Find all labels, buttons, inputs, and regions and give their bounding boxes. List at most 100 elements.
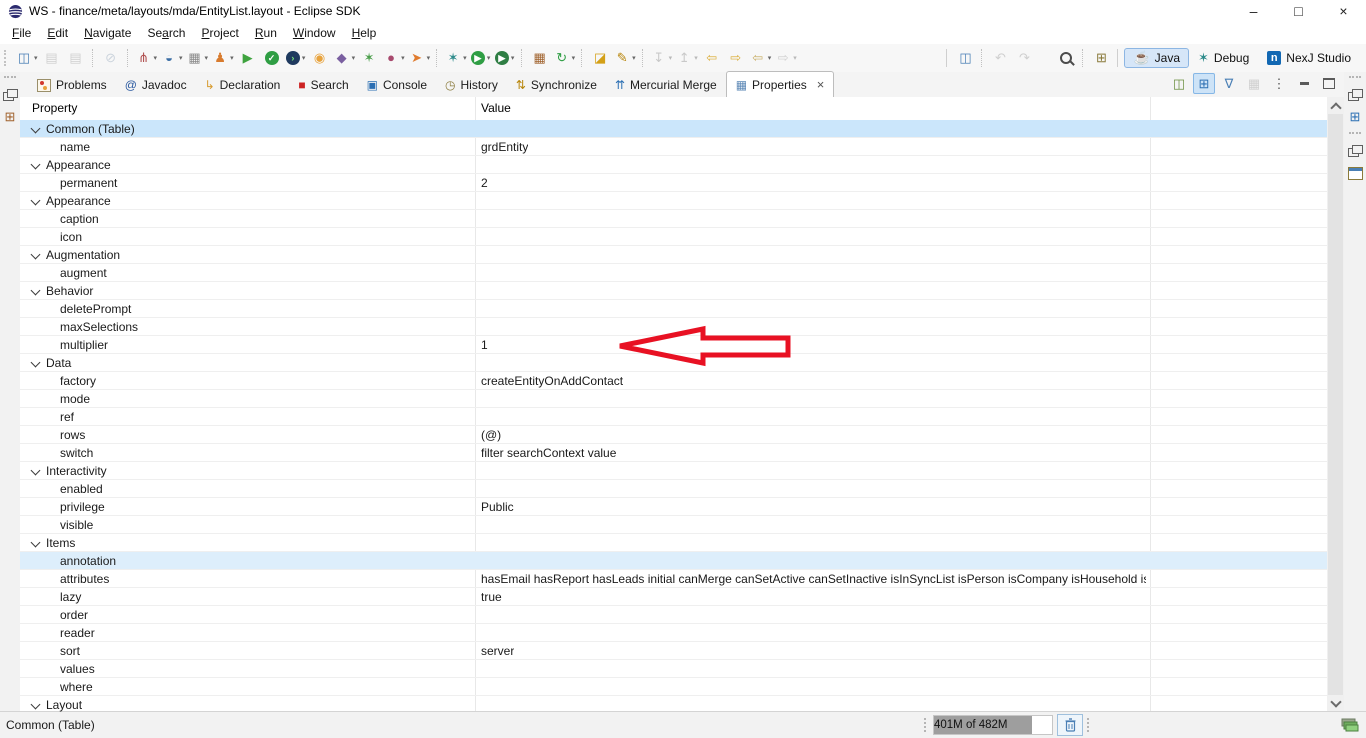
user-dropdown-icon[interactable]: ▾: [230, 54, 234, 62]
properties-fastview-button[interactable]: ⊞: [0, 106, 20, 128]
category-row-augmentation[interactable]: Augmentation: [20, 246, 1327, 264]
beetle-button[interactable]: ✶: [357, 47, 381, 69]
perspective-nexj-studio[interactable]: nNexJ Studio: [1258, 48, 1360, 68]
property-row-maxselections[interactable]: maxSelections: [20, 318, 1327, 336]
chevron-down-icon[interactable]: [31, 160, 41, 170]
pin-editor-button[interactable]: ◫: [953, 47, 977, 69]
category-row-items[interactable]: Items: [20, 534, 1327, 552]
drag-handle[interactable]: [1349, 132, 1361, 138]
view-menu-button[interactable]: ⋮: [1268, 73, 1290, 94]
scroll-down-arrow[interactable]: [1327, 695, 1344, 712]
drag-handle[interactable]: [1349, 76, 1361, 82]
flame-run-dropdown-icon[interactable]: ▾: [427, 54, 431, 62]
back-history-button[interactable]: ⇦▾: [748, 47, 774, 69]
property-row-order[interactable]: order: [20, 606, 1327, 624]
validate-button[interactable]: ✓: [260, 47, 284, 69]
property-row-name[interactable]: namegrdEntity: [20, 138, 1327, 156]
run-last-dropdown-icon[interactable]: ▾: [487, 54, 491, 62]
property-row-lazy[interactable]: lazytrue: [20, 588, 1327, 606]
chevron-down-icon[interactable]: [31, 466, 41, 476]
terminal-dropdown-icon[interactable]: ▾: [302, 54, 306, 62]
property-row-annotation[interactable]: annotation: [20, 552, 1327, 570]
vertical-scrollbar[interactable]: [1327, 97, 1344, 712]
forward-history-dropdown-icon[interactable]: ▾: [793, 54, 797, 62]
next-annotation-dropdown-icon[interactable]: ▾: [669, 54, 673, 62]
update-button[interactable]: ↻▾: [552, 47, 578, 69]
menu-help[interactable]: Help: [344, 23, 385, 43]
marker-button[interactable]: ✎▾: [612, 47, 638, 69]
minimize-window-button[interactable]: –: [1231, 0, 1276, 22]
chevron-down-icon[interactable]: [31, 358, 41, 368]
chevron-down-icon[interactable]: [31, 250, 41, 260]
search-button[interactable]: [1054, 47, 1078, 69]
column-header-value[interactable]: Value: [481, 101, 511, 115]
terminal-button[interactable]: ›▾: [284, 47, 308, 69]
property-row-mode[interactable]: mode: [20, 390, 1327, 408]
new-wizard-button[interactable]: ◫▾: [14, 47, 40, 69]
category-row-behavior[interactable]: Behavior: [20, 282, 1327, 300]
menu-file[interactable]: File: [4, 23, 39, 43]
drag-handle[interactable]: [924, 718, 929, 732]
tab-synchronize[interactable]: ⇅Synchronize: [507, 73, 606, 97]
property-row-factory[interactable]: factorycreateEntityOnAddContact: [20, 372, 1327, 390]
menu-window[interactable]: Window: [285, 23, 344, 43]
tree-mode-button[interactable]: ⊞: [1193, 73, 1215, 94]
property-row-icon[interactable]: icon: [20, 228, 1327, 246]
property-row-switch[interactable]: switchfilter searchContext value: [20, 444, 1327, 462]
column-header-property[interactable]: Property: [32, 101, 77, 115]
property-row-privilege[interactable]: privilegePublic: [20, 498, 1327, 516]
debug-dropdown-icon[interactable]: ▾: [463, 54, 467, 62]
tab-console[interactable]: ▣Console: [358, 73, 436, 97]
category-row-data[interactable]: Data: [20, 354, 1327, 372]
run-button[interactable]: ▶: [236, 47, 260, 69]
next-edit-location-button[interactable]: ⇨: [724, 47, 748, 69]
filter-button[interactable]: ∇: [1218, 73, 1240, 94]
menu-edit[interactable]: Edit: [39, 23, 76, 43]
menu-search[interactable]: Search: [139, 23, 193, 43]
property-row-multiplier[interactable]: multiplier1: [20, 336, 1327, 354]
close-tab-icon[interactable]: ×: [817, 79, 825, 91]
update-dropdown-icon[interactable]: ▾: [572, 54, 576, 62]
coverage-button[interactable]: ▶▾: [493, 47, 517, 69]
property-row-permanent[interactable]: permanent2: [20, 174, 1327, 192]
property-row-sort[interactable]: sortserver: [20, 642, 1327, 660]
database-dropdown-icon[interactable]: ▾: [179, 54, 183, 62]
menu-run[interactable]: Run: [247, 23, 285, 43]
editor-area-button[interactable]: [1345, 162, 1365, 184]
scheme-dropdown-icon[interactable]: ▾: [352, 54, 356, 62]
property-row-enabled[interactable]: enabled: [20, 480, 1327, 498]
property-row-visible[interactable]: visible: [20, 516, 1327, 534]
property-row-ref[interactable]: ref: [20, 408, 1327, 426]
launch-model-button[interactable]: ⋔▾: [134, 47, 160, 69]
scroll-up-arrow[interactable]: [1327, 97, 1344, 114]
flame-run-button[interactable]: ➤▾: [407, 47, 433, 69]
back-history-dropdown-icon[interactable]: ▾: [768, 54, 772, 62]
restore-views-button[interactable]: [1345, 84, 1365, 106]
database-button[interactable]: ◒▾: [159, 47, 185, 69]
previous-annotation-dropdown-icon[interactable]: ▾: [694, 54, 698, 62]
open-perspective-button[interactable]: ⊞: [1089, 47, 1113, 69]
property-row-values[interactable]: values: [20, 660, 1327, 678]
restore-editor-button[interactable]: [1345, 140, 1365, 162]
tab-history[interactable]: ◷History: [436, 73, 507, 97]
drag-handle[interactable]: [4, 76, 16, 82]
tab-search[interactable]: ■Search: [289, 73, 357, 97]
chevron-down-icon[interactable]: [31, 124, 41, 134]
minimize-view-button[interactable]: [1293, 73, 1315, 94]
user-button[interactable]: ♟▾: [210, 47, 236, 69]
scheme-button[interactable]: ◆▾: [332, 47, 358, 69]
sphere-button[interactable]: ●▾: [381, 47, 407, 69]
toolbar-drag-handle[interactable]: [4, 50, 9, 66]
category-row-appearance[interactable]: Appearance: [20, 156, 1327, 174]
tab-javadoc[interactable]: @Javadoc: [116, 73, 196, 97]
last-edit-location-button[interactable]: ⇦: [700, 47, 724, 69]
maximize-view-button[interactable]: [1318, 73, 1340, 94]
security-button[interactable]: ◉: [308, 47, 332, 69]
drag-handle[interactable]: [1087, 718, 1092, 732]
property-row-augment[interactable]: augment: [20, 264, 1327, 282]
launch-model-dropdown-icon[interactable]: ▾: [154, 54, 158, 62]
scrollbar-thumb[interactable]: [1328, 114, 1343, 695]
tab-problems[interactable]: Problems: [28, 73, 116, 97]
status-stack-icon[interactable]: [1339, 717, 1359, 736]
debug-button[interactable]: ✶▾: [443, 47, 469, 69]
